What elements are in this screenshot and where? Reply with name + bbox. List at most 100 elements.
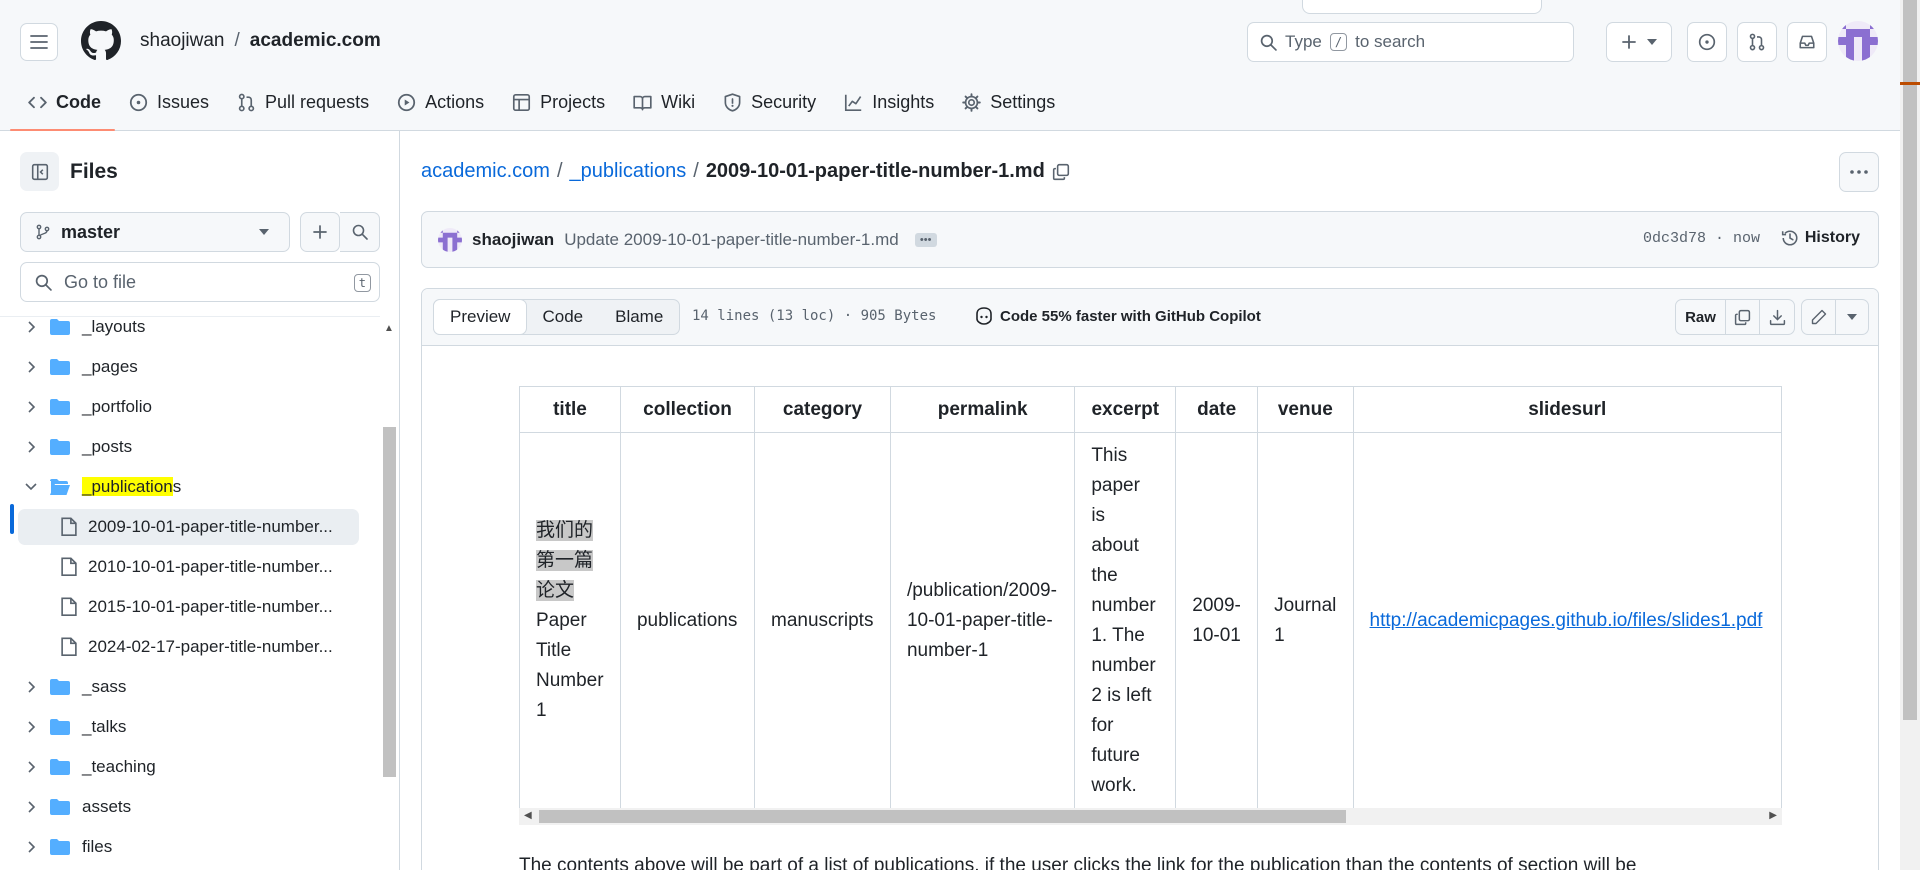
table-scrollbar-thumb[interactable]	[539, 810, 1346, 823]
tab-projects[interactable]: Projects	[498, 82, 619, 122]
excerpt-line: number	[1091, 595, 1156, 616]
tree-item-portfolio[interactable]: _portfolio	[0, 389, 360, 425]
history-label: History	[1804, 229, 1860, 246]
tree-item-layouts[interactable]: _layouts	[0, 317, 360, 345]
edit-dropdown-button[interactable]	[1836, 300, 1868, 334]
edit-file-button[interactable]	[1802, 300, 1836, 334]
sidebar-title: Files	[70, 160, 118, 183]
cell-venue: Journal 1	[1257, 432, 1354, 808]
commit-sha-time[interactable]: 0dc3d78 · now	[1643, 230, 1760, 247]
copy-raw-button[interactable]	[1726, 300, 1760, 334]
scroll-up-arrow-icon[interactable]: ▲	[384, 323, 394, 334]
table-horizontal-scrollbar[interactable]: ◀ ▶	[519, 808, 1782, 825]
chevron-right-icon	[28, 441, 36, 453]
go-to-file-input[interactable]: Go to file t	[20, 262, 380, 302]
raw-button[interactable]: Raw	[1676, 300, 1726, 334]
tab-code[interactable]: Code	[0, 82, 115, 131]
menu-button[interactable]	[20, 23, 58, 61]
copilot-promo-link[interactable]: Code 55% faster with GitHub Copilot	[974, 307, 1261, 325]
table-icon	[513, 93, 531, 111]
column-header: category	[754, 386, 891, 433]
tree-file-selected[interactable]: 2009-10-01-paper-title-number...	[18, 509, 359, 545]
book-icon	[633, 95, 652, 110]
file-tree: _layouts _pages _portfolio _posts _publi…	[0, 316, 380, 870]
tree-item-label: _publications	[82, 477, 181, 497]
blame-tab[interactable]: Blame	[599, 300, 679, 334]
page-scrollbar-thumb[interactable]	[1903, 0, 1917, 720]
excerpt-line: 1. The	[1091, 625, 1145, 646]
tab-insights[interactable]: Insights	[830, 82, 948, 122]
excerpt-line: number	[1091, 655, 1156, 676]
folder-icon	[50, 679, 70, 695]
collapse-sidebar-button[interactable]	[20, 152, 59, 191]
tab-security[interactable]: Security	[709, 82, 830, 122]
commit-author-avatar[interactable]	[438, 227, 462, 252]
tab-wiki[interactable]: Wiki	[619, 82, 709, 122]
tree-item-files[interactable]: files	[0, 829, 360, 865]
breadcrumb-repo-link[interactable]: academic.com	[421, 160, 550, 183]
tree-file[interactable]: 2015-10-01-paper-title-number...	[0, 589, 360, 625]
tree-item-label: _layouts	[82, 317, 146, 336]
pull-requests-button[interactable]	[1737, 22, 1777, 62]
file-icon	[61, 517, 77, 536]
inbox-button[interactable]	[1787, 22, 1827, 62]
commit-message-link[interactable]: Update 2009-10-01-paper-title-number-1.m…	[564, 230, 899, 250]
tab-insights-label: Insights	[872, 91, 935, 112]
date-text: 10-01	[1192, 625, 1241, 646]
table-row: 我们的 第一篇 论文 Paper Title Number 1 publicat…	[519, 432, 1782, 808]
tree-item-sass[interactable]: _sass	[0, 669, 360, 705]
tree-item-label-rest: s	[172, 477, 182, 496]
user-avatar[interactable]	[1838, 21, 1878, 61]
add-file-button[interactable]	[300, 212, 340, 252]
tab-wiki-label: Wiki	[661, 91, 696, 112]
folder-icon	[50, 759, 70, 775]
excerpt-line: about	[1091, 535, 1139, 556]
chevron-right-icon	[28, 401, 36, 413]
tree-item-pages[interactable]: _pages	[0, 349, 360, 385]
inbox-icon	[1799, 35, 1815, 49]
cjk-title-selected: 第一篇	[536, 550, 594, 571]
scroll-right-arrow-icon[interactable]: ▶	[1769, 810, 1777, 821]
tab-actions[interactable]: Actions	[383, 82, 498, 122]
permalink-text: number-1	[906, 640, 989, 661]
chevron-right-icon	[28, 361, 36, 373]
repo-name-link[interactable]: academic.com	[250, 30, 381, 52]
breadcrumb-folder-link[interactable]: _publications	[570, 160, 687, 183]
scroll-left-arrow-icon[interactable]: ◀	[524, 810, 532, 821]
expand-commit-button[interactable]: •••	[914, 232, 937, 247]
code-view-tab[interactable]: Code	[526, 300, 599, 334]
tree-item-talks[interactable]: _talks	[0, 709, 360, 745]
chevron-right-icon	[28, 841, 36, 853]
download-button[interactable]	[1760, 300, 1794, 334]
tab-issues[interactable]: Issues	[115, 82, 223, 122]
title-text: Title	[536, 640, 572, 661]
history-button[interactable]: History	[1781, 229, 1860, 247]
tree-file[interactable]: 2010-10-01-paper-title-number...	[0, 549, 360, 585]
tree-item-posts[interactable]: _posts	[0, 429, 360, 465]
tree-item-publications[interactable]: _publications	[0, 469, 360, 505]
github-logo-icon[interactable]	[81, 21, 121, 61]
issues-button[interactable]	[1687, 22, 1727, 62]
file-size-info: 14 lines (13 loc) · 905 Bytes	[692, 308, 937, 324]
git-pull-request-icon	[1749, 33, 1765, 51]
tree-file[interactable]: 2024-02-17-paper-title-number...	[0, 629, 360, 665]
commit-author-link[interactable]: shaojiwan	[472, 230, 554, 250]
tab-pull-requests[interactable]: Pull requests	[223, 82, 383, 122]
excerpt-line: for	[1091, 715, 1114, 736]
more-options-button[interactable]	[1839, 152, 1879, 192]
create-new-button[interactable]	[1606, 22, 1672, 62]
branch-selector[interactable]: master	[20, 212, 290, 252]
markdown-paragraph: The contents above will be part of a lis…	[519, 855, 1637, 870]
pull-request-icon	[238, 93, 255, 111]
search-input[interactable]: Type / to search	[1247, 22, 1574, 62]
tree-item-teaching[interactable]: _teaching	[0, 749, 360, 785]
copy-path-icon[interactable]	[1052, 163, 1070, 181]
tree-item-assets[interactable]: assets	[0, 789, 360, 825]
preview-tab[interactable]: Preview	[433, 299, 528, 335]
search-files-button[interactable]	[340, 212, 380, 252]
tab-settings[interactable]: Settings	[948, 82, 1069, 122]
slides-url-link[interactable]: http://academicpages.github.io/files/sli…	[1370, 610, 1763, 631]
chevron-right-icon	[28, 321, 36, 333]
repo-owner-link[interactable]: shaojiwan	[140, 30, 225, 52]
sidebar-scrollbar-thumb[interactable]	[383, 427, 396, 777]
